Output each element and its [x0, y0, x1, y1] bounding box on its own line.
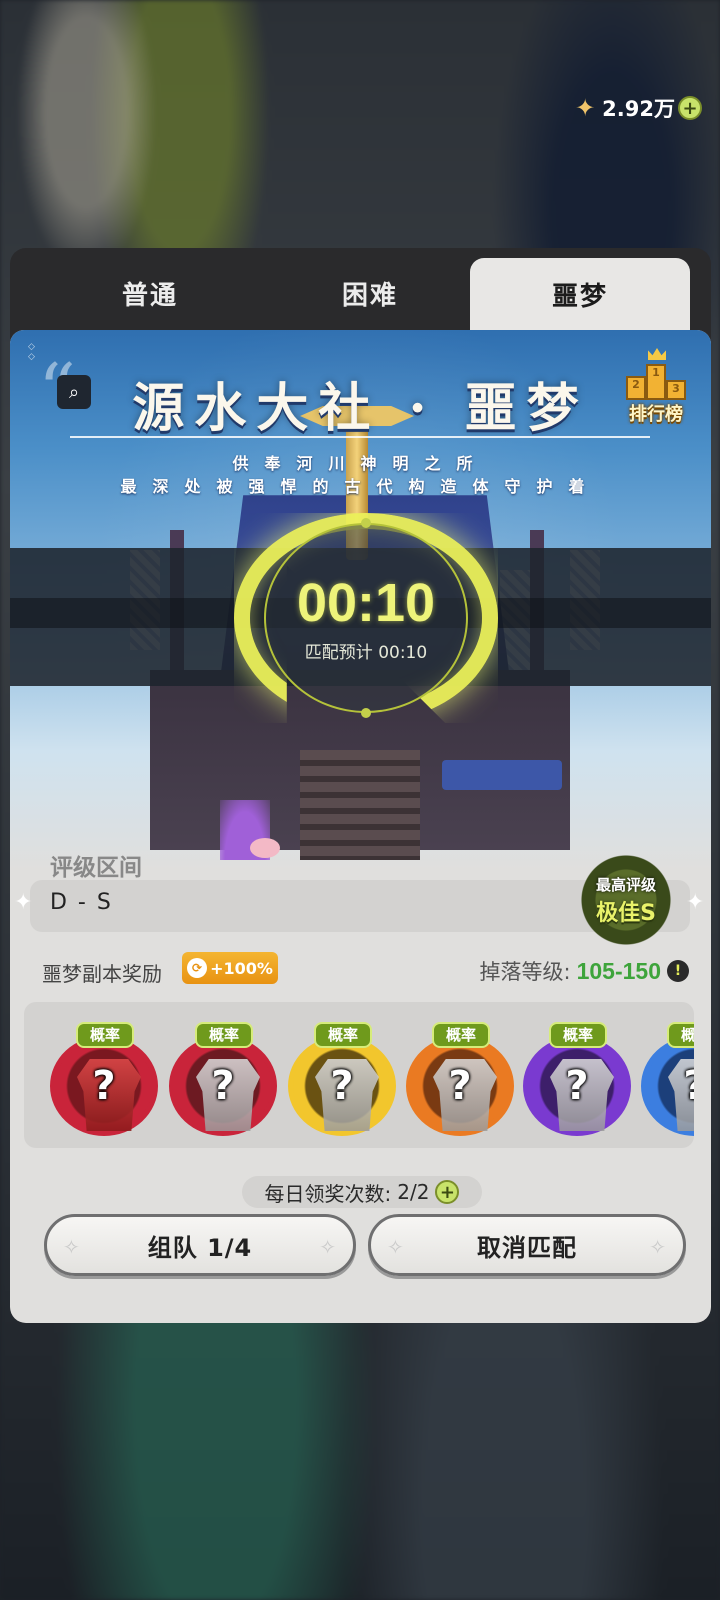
reward-list[interactable]: 概率?概率?概率?概率?概率?概率?	[24, 1002, 694, 1148]
mini-logo: ◇ ◇	[28, 342, 35, 362]
title-divider	[70, 436, 650, 438]
sparkle-icon: ✦	[686, 890, 705, 915]
decor-icon: ✧	[63, 1235, 81, 1259]
podium-icon: 2 1 3	[626, 348, 686, 400]
best-grade-label: 最高评级	[595, 875, 656, 894]
crystal-star-icon: ✦	[575, 94, 596, 122]
unknown-item-icon: ?	[330, 1063, 354, 1109]
add-currency-button[interactable]: +	[678, 96, 702, 120]
reward-item[interactable]: 概率?	[169, 1022, 279, 1138]
dungeon-subtitle-1: 供奉河川神明之所	[232, 454, 489, 473]
dungeon-banner: ◇◇ “ ⌕ 源水大社 · 噩梦 供奉河川神明之所 最深处被强悍的古代构造体守护…	[10, 330, 711, 870]
sparkle-icon: ✦	[14, 890, 33, 915]
unknown-item-icon: ?	[683, 1063, 694, 1109]
bonus-badge[interactable]: ⟳ +100%	[182, 952, 278, 984]
currency-amount: 2.92万	[602, 97, 675, 121]
decor-icon: ✧	[319, 1235, 337, 1259]
reward-item[interactable]: 概率?	[641, 1022, 694, 1138]
daily-claims-label: 每日领奖次数:	[264, 1181, 392, 1206]
matching-estimate: 匹配预计 00:10	[304, 643, 428, 663]
clock-icon: ⟳	[187, 958, 208, 978]
team-button-label: 组队 1/4	[147, 1233, 253, 1262]
unknown-item-icon: ?	[448, 1063, 472, 1109]
reward-item[interactable]: 概率?	[288, 1022, 398, 1138]
dungeon-subtitle-2: 最深处被强悍的古代构造体守护着	[120, 477, 601, 496]
bonus-value: +100%	[210, 958, 273, 978]
dungeon-panel: ◇◇ “ ⌕ 源水大社 · 噩梦 供奉河川神明之所 最深处被强悍的古代构造体守护…	[10, 330, 711, 1323]
reward-item[interactable]: 概率?	[406, 1022, 516, 1138]
dungeon-title: 源水大社 · 噩梦	[132, 378, 589, 439]
drop-level-label: 掉落等级:	[479, 960, 571, 984]
ranking-label: 排行榜	[629, 404, 683, 425]
reward-title: 噩梦副本奖励	[42, 962, 162, 986]
cancel-match-button[interactable]: ✧ 取消匹配 ✧	[368, 1214, 686, 1276]
grade-range-value: D - S	[50, 890, 113, 915]
reward-icon-frame: ?	[406, 1036, 514, 1136]
reward-icon-frame: ?	[641, 1036, 694, 1136]
reward-icon-frame: ?	[288, 1036, 396, 1136]
ranking-button[interactable]: 2 1 3 排行榜	[621, 348, 691, 434]
grade-range-label: 评级区间	[50, 855, 142, 881]
unknown-item-icon: ?	[211, 1063, 235, 1109]
unknown-item-icon: ?	[92, 1063, 116, 1109]
tab-normal[interactable]: 普通	[50, 258, 250, 328]
reward-icon-frame: ?	[50, 1036, 158, 1136]
probability-tag: 概率	[76, 1022, 134, 1048]
probability-tag: 概率	[314, 1022, 372, 1048]
info-icon[interactable]: !	[667, 960, 689, 982]
cancel-match-label: 取消匹配	[477, 1233, 577, 1262]
probability-tag: 概率	[667, 1022, 694, 1048]
drop-level: 掉落等级: 105-150 !	[479, 956, 689, 986]
matching-timer: 00:10	[296, 573, 436, 633]
drop-level-value: 105-150	[576, 957, 661, 984]
decor-icon: ✧	[649, 1235, 667, 1259]
tab-nightmare[interactable]: 噩梦	[470, 258, 690, 330]
probability-tag: 概率	[195, 1022, 253, 1048]
team-button[interactable]: ✧ 组队 1/4 ✧	[44, 1214, 356, 1276]
add-claims-button[interactable]: +	[435, 1180, 460, 1204]
daily-claims: 每日领奖次数: 2/2 +	[242, 1176, 482, 1208]
difficulty-tabs: 普通 困难 噩梦	[10, 248, 711, 330]
best-grade-badge: 最高评级 极佳S	[578, 854, 674, 946]
reward-item[interactable]: 概率?	[523, 1022, 633, 1138]
probability-tag: 概率	[432, 1022, 490, 1048]
daily-claims-value: 2/2	[397, 1180, 430, 1204]
unknown-item-icon: ?	[565, 1063, 589, 1109]
crown-icon	[648, 348, 666, 360]
reward-icon-frame: ?	[523, 1036, 631, 1136]
reward-icon-frame: ?	[169, 1036, 277, 1136]
currency-display: ✦ 2.92万 +	[571, 93, 702, 123]
reward-item[interactable]: 概率?	[50, 1022, 160, 1138]
tab-hard[interactable]: 困难	[270, 258, 470, 328]
dungeon-dialog: 普通 困难 噩梦 ◇◇ “ ⌕ 源水大社 · 噩梦 供奉	[10, 248, 711, 1323]
decor-icon: ✧	[387, 1235, 405, 1259]
probability-tag: 概率	[549, 1022, 607, 1048]
best-grade-value: 极佳S	[596, 900, 656, 926]
